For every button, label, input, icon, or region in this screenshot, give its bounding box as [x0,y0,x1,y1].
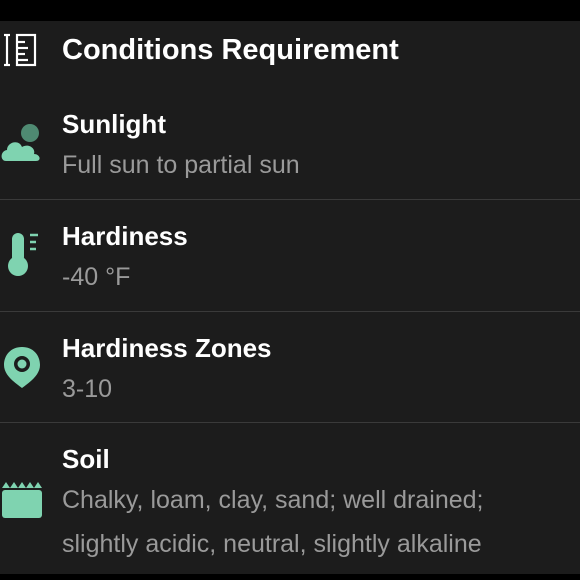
condition-row-hardiness: Hardiness -40 °F [0,217,580,307]
location-pin-icon [2,345,44,394]
condition-value: Full sun to partial sun [62,151,300,179]
condition-value: Chalky, loam, clay, sand; well drained; … [62,486,484,558]
condition-label: Hardiness Zones [62,333,272,363]
condition-label: Hardiness [62,221,188,251]
condition-label: Sunlight [62,109,166,139]
conditions-header: Conditions Requirement [0,30,580,70]
condition-row-hardiness-zones: Hardiness Zones 3-10 [0,329,580,419]
condition-value: 3-10 [62,375,113,403]
condition-row-soil: Soil Chalky, loam, clay, sand; well drai… [0,440,580,570]
divider [0,199,580,200]
thermometer-icon [6,231,42,282]
partly-cloudy-icon [0,123,44,168]
soil-bed-icon [0,478,44,525]
condition-row-sunlight: Sunlight Full sun to partial sun [0,105,580,195]
section-title: Conditions Requirement [62,34,399,66]
condition-label: Soil [62,444,110,474]
divider [0,311,580,312]
ruler-icon [0,32,40,68]
condition-value: -40 °F [62,263,131,291]
divider [0,422,580,423]
